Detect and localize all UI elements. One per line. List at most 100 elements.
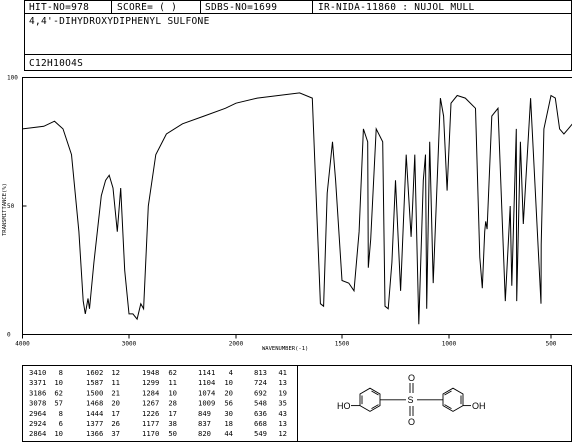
- peak-transmittance: 13: [278, 378, 287, 387]
- peak-wavenumber: 1587: [86, 378, 103, 387]
- peak-wavenumber: 1226: [142, 409, 159, 418]
- peak-transmittance: 30: [224, 409, 233, 418]
- peak-wavenumber: 2964: [29, 409, 46, 418]
- peak-transmittance: 35: [278, 399, 287, 408]
- peak-wavenumber: 668: [254, 419, 267, 428]
- peak-transmittance: 12: [111, 368, 120, 377]
- peak-wavenumber: 636: [254, 409, 267, 418]
- x-axis-label: WAVENUMBER(-1): [262, 346, 308, 352]
- peak-transmittance: 20: [224, 388, 233, 397]
- molecular-formula: C12H10O4S: [29, 58, 83, 69]
- spectrum-sheet: HIT-NO=978 SCORE= ( ) SDBS-NO=1699 IR-NI…: [2, 0, 572, 442]
- score-field: SCORE= ( ): [117, 2, 177, 13]
- peak-transmittance: 10: [168, 388, 177, 397]
- peak-transmittance: 11: [111, 378, 120, 387]
- peak-wavenumber: 1366: [86, 429, 103, 438]
- peak-transmittance: 11: [168, 378, 177, 387]
- peak-wavenumber: 1500: [86, 388, 103, 397]
- peak-wavenumber: 837: [198, 419, 211, 428]
- x-tick-label: 3000: [122, 341, 137, 348]
- peak-wavenumber: 1377: [86, 419, 103, 428]
- peak-wavenumber: 2864: [29, 429, 46, 438]
- x-tick-label: 4000: [15, 341, 30, 348]
- oxygen-top: O: [408, 373, 415, 383]
- hydroxyl-right: OH: [472, 401, 486, 411]
- peak-transmittance: 6: [59, 419, 63, 428]
- peak-wavenumber: 1104: [198, 378, 215, 387]
- peak-wavenumber: 548: [254, 399, 267, 408]
- peak-wavenumber: 820: [198, 429, 211, 438]
- spectrum-line: [22, 92, 572, 325]
- oxygen-bottom: O: [408, 417, 415, 427]
- peak-wavenumber: 1074: [198, 388, 215, 397]
- peak-transmittance: 21: [111, 388, 120, 397]
- left-benzene-ring: [359, 387, 381, 412]
- peak-transmittance: 12: [278, 429, 287, 438]
- header-frame: [24, 0, 572, 71]
- x-tick-label: 500: [546, 341, 557, 348]
- hit-number: HIT-NO=978: [29, 2, 89, 13]
- peak-wavenumber: 1284: [142, 388, 159, 397]
- peak-wavenumber: 1468: [86, 399, 103, 408]
- peak-transmittance: 44: [224, 429, 233, 438]
- peak-wavenumber: 1948: [142, 368, 159, 377]
- peak-wavenumber: 1009: [198, 399, 215, 408]
- peak-wavenumber: 1170: [142, 429, 159, 438]
- peak-transmittance: 17: [111, 409, 120, 418]
- peak-wavenumber: 1299: [142, 378, 159, 387]
- x-tick-label: 2000: [229, 341, 244, 348]
- right-benzene-ring: [442, 387, 464, 412]
- peak-wavenumber: 1444: [86, 409, 103, 418]
- ir-id: IR-NIDA-11860 : NUJOL MULL: [318, 2, 475, 13]
- peak-transmittance: 26: [111, 419, 120, 428]
- peak-transmittance: 38: [168, 419, 177, 428]
- peak-wavenumber: 3371: [29, 378, 46, 387]
- peak-transmittance: 20: [111, 399, 120, 408]
- peak-transmittance: 28: [168, 399, 177, 408]
- peak-wavenumber: 2924: [29, 419, 46, 428]
- hydroxyl-left: HO: [337, 401, 351, 411]
- y-tick-label: 0: [7, 332, 11, 339]
- peak-wavenumber: 3410: [29, 368, 46, 377]
- peak-wavenumber: 849: [198, 409, 211, 418]
- x-tick-label: 1500: [335, 341, 350, 348]
- x-tick-label: 1000: [442, 341, 457, 348]
- y-axis-label: TRANSMITTANCE(%): [2, 183, 8, 236]
- peak-wavenumber: 1141: [198, 368, 215, 377]
- peak-wavenumber: 3078: [29, 399, 46, 408]
- peak-transmittance: 19: [278, 388, 287, 397]
- sulfur-atom: S: [408, 395, 414, 405]
- y-axis: 100 50 0: [7, 75, 27, 339]
- peak-transmittance: 43: [278, 409, 287, 418]
- peak-transmittance: 62: [54, 388, 63, 397]
- plot-frame: [22, 77, 572, 335]
- peak-transmittance: 10: [54, 429, 63, 438]
- y-tick-label: 100: [7, 75, 18, 82]
- peak-transmittance: 10: [224, 378, 233, 387]
- peak-wavenumber: 1602: [86, 368, 103, 377]
- peak-wavenumber: 549: [254, 429, 267, 438]
- peak-transmittance: 13: [278, 419, 287, 428]
- peak-wavenumber: 3186: [29, 388, 46, 397]
- peak-transmittance: 8: [59, 368, 63, 377]
- peak-wavenumber: 1267: [142, 399, 159, 408]
- compound-name: 4,4'-DIHYDROXYDIPHENYL SULFONE: [29, 16, 210, 27]
- peak-transmittance: 8: [59, 409, 63, 418]
- peak-transmittance: 17: [168, 409, 177, 418]
- peak-table: 3410 83371 103186 623078 572964 82924 62864 101…: [29, 368, 287, 438]
- spectrum-line-group: [22, 92, 572, 325]
- peak-transmittance: 56: [224, 399, 233, 408]
- peak-transmittance: 4: [229, 368, 233, 377]
- peak-transmittance: 62: [168, 368, 177, 377]
- sdbs-number: SDBS-NO=1699: [205, 2, 277, 13]
- peak-transmittance: 41: [278, 368, 287, 377]
- peak-wavenumber: 813: [254, 368, 267, 377]
- peak-transmittance: 50: [168, 429, 177, 438]
- peak-transmittance: 37: [111, 429, 120, 438]
- peak-transmittance: 18: [224, 419, 233, 428]
- y-tick-label: 50: [7, 203, 15, 210]
- peak-wavenumber: 724: [254, 378, 267, 387]
- peak-transmittance: 57: [54, 399, 63, 408]
- peak-wavenumber: 692: [254, 388, 267, 397]
- peak-transmittance: 10: [54, 378, 63, 387]
